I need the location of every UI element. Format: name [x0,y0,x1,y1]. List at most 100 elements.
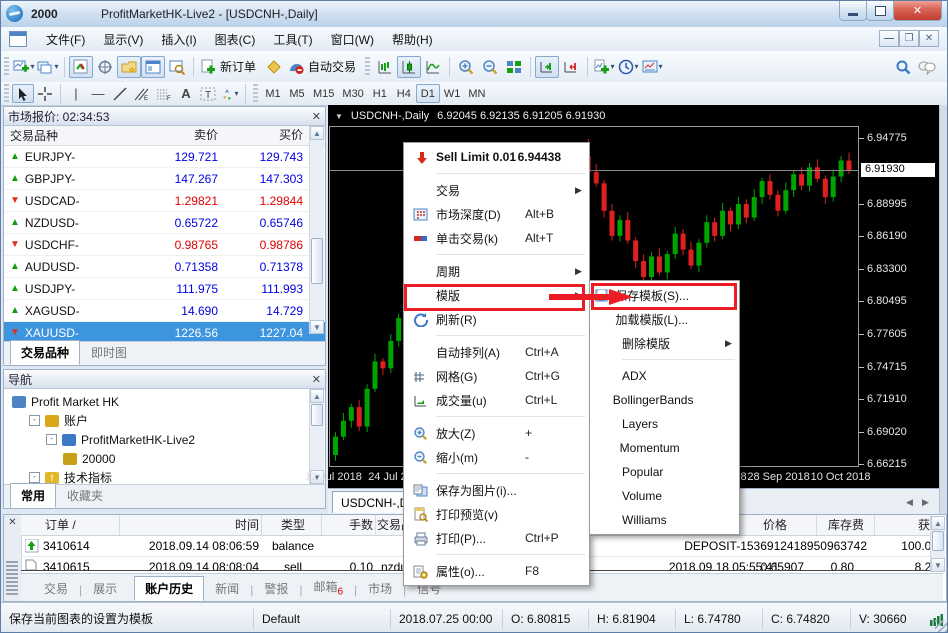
period-button-m5[interactable]: M5 [285,84,309,103]
zoom-out-button[interactable] [478,56,502,78]
template-menu-item-加载模版L[interactable]: 加载模版(L)... [590,307,739,331]
column-ask[interactable]: 买价 [224,126,309,145]
context-menu-item-保存为图片i[interactable]: 保存为图片(i)... [404,478,589,502]
context-menu-item-缩小m[interactable]: 缩小(m)- [404,445,589,469]
navigator-tab-1[interactable]: 收藏夹 [56,483,114,508]
navigator-node[interactable]: -ProfitMarketHK-Live2 [8,430,325,449]
cursor-tool-button[interactable] [12,84,34,103]
terminal-button[interactable] [141,56,165,78]
market-watch-tab-0[interactable]: 交易品种 [10,340,80,365]
periods-button[interactable]: ▾ [616,56,640,78]
market-watch-row[interactable]: ▲EURJPY-129.721129.743 [4,146,325,168]
terminal-column-header[interactable]: 库存费 [818,515,874,535]
navigator-close-icon[interactable]: ✕ [312,373,321,386]
metaeditor-button[interactable] [262,56,286,78]
tile-windows-button[interactable] [502,56,526,78]
navigator-node[interactable]: Profit Market HK [8,392,325,411]
terminal-tab-5[interactable]: 邮箱6 [302,574,354,601]
tree-expander-icon[interactable]: - [29,415,40,426]
terminal-tab-1[interactable]: 展示 [82,576,128,601]
candlestick-button[interactable] [397,56,421,78]
terminal-column-header[interactable]: 时间 [121,515,259,535]
context-menu-item-打印P[interactable]: 打印(P)...Ctrl+P [404,526,589,550]
fibonacci-tool-button[interactable]: F [153,84,175,103]
market-watch-row[interactable]: ▲GBPJPY-147.267147.303 [4,168,325,190]
tab-scroll-left-icon[interactable]: ◀ [906,497,913,508]
menubar-item[interactable]: 工具(T) [264,28,321,51]
context-menu-item-周期[interactable]: 周期▶ [404,259,589,283]
child-minimize-button[interactable]: — [879,30,899,47]
terminal-tab-4[interactable]: 警报 [253,576,299,601]
toolbar-grip[interactable] [4,57,9,77]
navigator-node[interactable]: -账户 [8,411,325,430]
autotrading-icon[interactable] [286,56,306,78]
navigator-scrollbar[interactable]: ▲ ▼ [309,389,324,484]
context-menu-item-市场深度D[interactable]: 市场深度(D)Alt+B [404,202,589,226]
terminal-tab-6[interactable]: 市场 [357,576,403,601]
autotrading-button[interactable]: 自动交易 [308,58,356,75]
market-watch-tab-1[interactable]: 即时图 [80,340,138,365]
shift-chart-button[interactable] [535,56,559,78]
context-menu-item-属性o[interactable]: 属性(o)...F8 [404,559,589,583]
templates-button[interactable]: ▾ [640,56,664,78]
market-watch-close-icon[interactable]: ✕ [312,110,321,123]
trendline-tool-button[interactable] [109,84,131,103]
template-menu-item-删除模版[interactable]: 删除模版▶ [590,331,739,355]
one-click-expand-icon[interactable]: ▼ [335,112,343,121]
indicators-button[interactable]: ▾ [592,56,616,78]
menubar-item[interactable]: 文件(F) [37,28,94,51]
period-button-w1[interactable]: W1 [440,84,465,103]
column-symbol[interactable]: 交易品种 [4,126,139,145]
chart-document-icon[interactable] [9,31,27,47]
tree-expander-icon[interactable]: - [29,472,40,483]
period-button-m30[interactable]: M30 [338,84,367,103]
terminal-column-header[interactable]: 类型 [263,515,323,535]
context-menu-item-打印预览v[interactable]: 打印预览(v) [404,502,589,526]
restore-button[interactable] [866,1,894,21]
terminal-tab-0[interactable]: 交易 [33,576,79,601]
menubar-item[interactable]: 帮助(H) [383,28,442,51]
market-watch-scrollbar[interactable]: ▲ ▼ [309,126,324,334]
terminal-tab-2[interactable]: 账户历史 [134,576,204,601]
period-button-d1[interactable]: D1 [416,84,440,103]
new-order-button[interactable]: 新订单 [220,58,256,75]
vertical-line-tool-button[interactable]: | [65,84,87,103]
toolbar-grip[interactable] [365,57,370,77]
context-menu-item-交易[interactable]: 交易▶ [404,178,589,202]
auto-scroll-button[interactable] [559,56,583,78]
text-label-tool-button[interactable]: T [197,84,219,103]
context-menu-item-单击交易k[interactable]: 单击交易(k)Alt+T [404,226,589,250]
context-menu-item-自动排列A[interactable]: 自动排列(A)Ctrl+A [404,340,589,364]
market-watch-row[interactable]: ▲USDJPY-111.975111.993 [4,278,325,300]
strategy-tester-button[interactable] [165,56,189,78]
context-menu-item-网格G[interactable]: 网格(G)Ctrl+G [404,364,589,388]
menubar-item[interactable]: 显示(V) [94,28,152,51]
dock-grip[interactable] [6,561,18,597]
template-menu-item-BollingerBan[interactable]: BollingerBands [590,388,739,412]
template-menu-item-Williams[interactable]: Williams [590,508,739,532]
terminal-column-header[interactable]: 价格 [734,515,816,535]
chat-icon[interactable] [915,56,939,78]
market-watch-row[interactable]: ▼USDCHF-0.987650.98786 [4,234,325,256]
terminal-column-header[interactable]: 手数 [323,515,373,535]
tab-scroll-right-icon[interactable]: ▶ [922,497,929,508]
market-watch-row[interactable]: ▲XAGUSD-14.69014.729 [4,300,325,322]
arrows-tool-button[interactable]: ▾ [219,84,241,103]
menubar-item[interactable]: 窗口(W) [322,28,383,51]
tree-expander-icon[interactable]: - [46,434,57,445]
navigator-node[interactable]: 20000 [8,449,325,468]
template-menu-item-Layers[interactable]: Layers [590,412,739,436]
new-order-icon[interactable] [198,56,218,78]
template-menu-item-Popular[interactable]: Popular [590,460,739,484]
period-button-m1[interactable]: M1 [261,84,285,103]
zoom-in-button[interactable] [454,56,478,78]
column-bid[interactable]: 卖价 [139,126,224,145]
market-watch-row[interactable]: ▲NZDUSD-0.657220.65746 [4,212,325,234]
navigator-tab-0[interactable]: 常用 [10,483,56,508]
menubar-item[interactable]: 图表(C) [206,28,265,51]
menubar-item[interactable]: 插入(I) [152,28,205,51]
search-icon[interactable] [891,56,915,78]
resize-grip[interactable] [935,620,948,633]
context-menu-item-成交量u[interactable]: 成交量(u)Ctrl+L [404,388,589,412]
bar-chart-button[interactable] [373,56,397,78]
